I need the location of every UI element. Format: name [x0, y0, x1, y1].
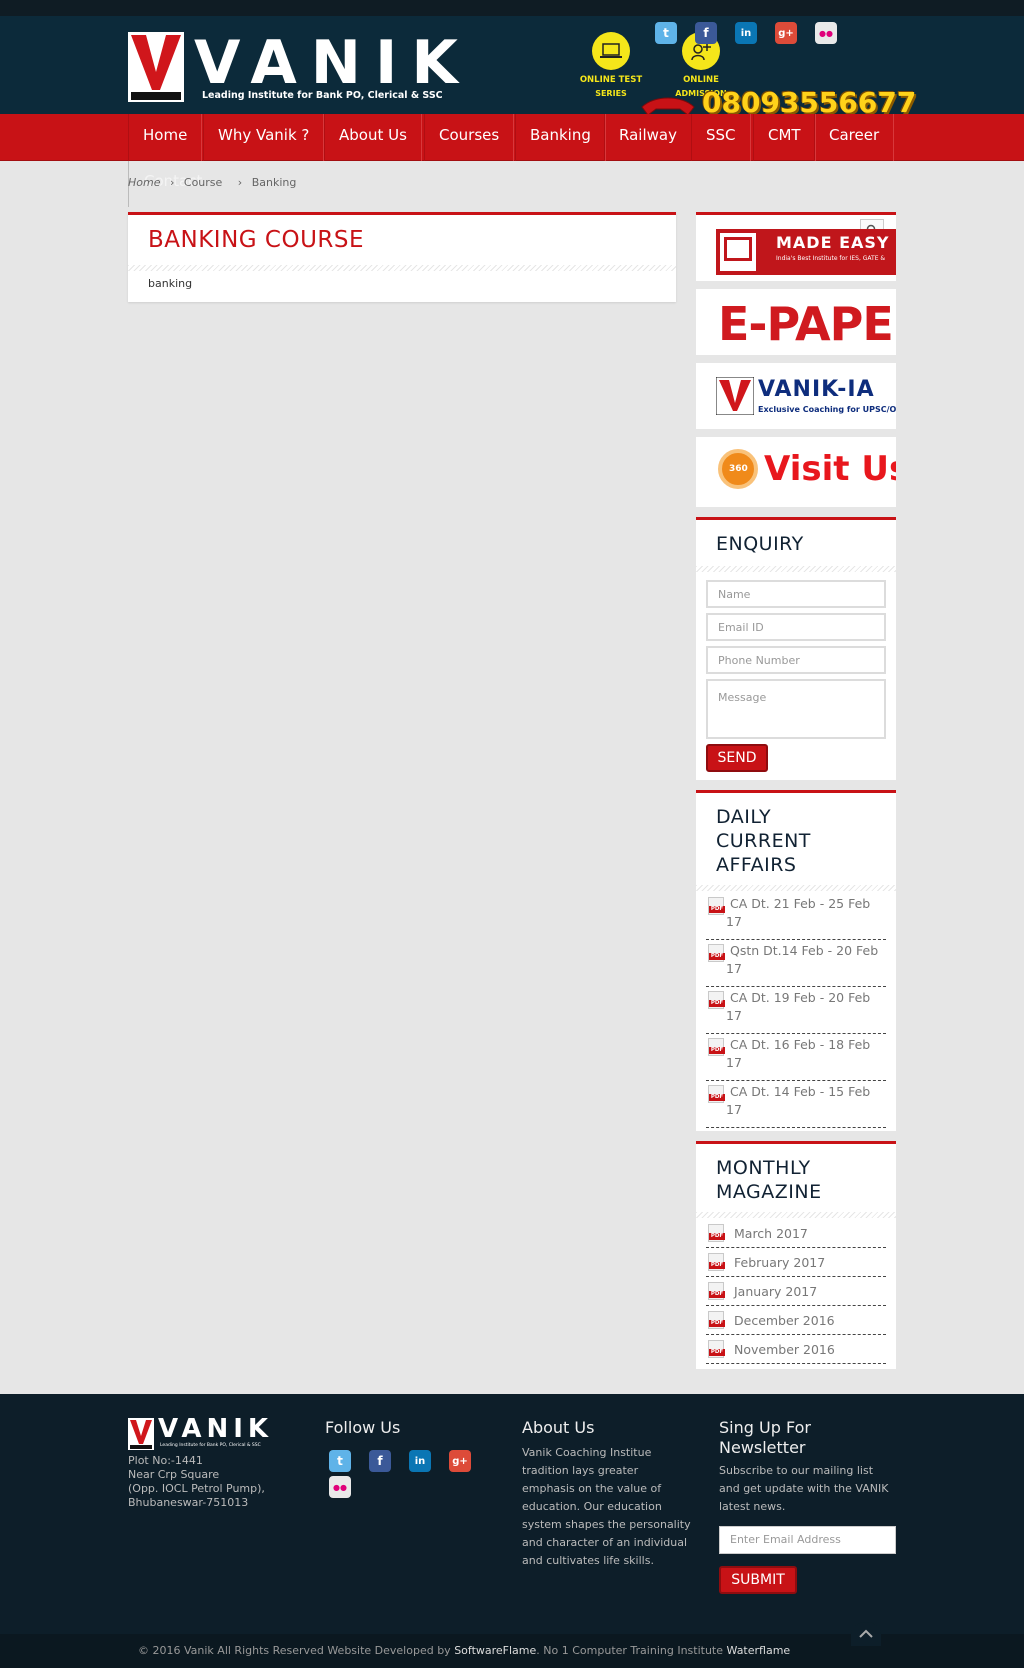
breadcrumb-separator: › [169, 176, 175, 189]
list-item[interactable]: March 2017 [706, 1222, 886, 1248]
article-panel: BANKING COURSE banking [128, 212, 676, 302]
flickr-icon[interactable]: ●● [815, 22, 837, 44]
breadcrumb-current: Banking [251, 176, 297, 189]
twitter-icon[interactable]: t [655, 22, 677, 44]
dotted-divider [128, 265, 676, 271]
pdf-icon [708, 1085, 725, 1103]
footer-address: Plot No:-1441 Near Crp Square (Opp. IOCL… [128, 1454, 265, 1509]
current-affairs-panel: DAILY CURRENT AFFAIRS CA Dt. 21 Feb - 25… [696, 790, 896, 1131]
enquiry-title: ENQUIRY [716, 533, 804, 555]
nav-banking[interactable]: Banking [515, 114, 606, 161]
facebook-icon[interactable]: f [695, 22, 717, 44]
360-icon: 360 [718, 449, 758, 489]
nav-career[interactable]: Career [814, 114, 895, 161]
pdf-icon [708, 1253, 725, 1271]
pdf-icon [708, 991, 725, 1009]
online-test-label-1: Online Test [579, 75, 643, 85]
pdf-icon [708, 1340, 725, 1358]
nav-ssc[interactable]: SSC [691, 114, 751, 161]
logo-wordmark: VANIK [194, 28, 472, 98]
epaper-banner[interactable]: E-PAPER [716, 299, 896, 349]
list-item[interactable]: CA Dt. 16 Feb - 18 Feb 17 [706, 1036, 886, 1081]
enquiry-panel: ENQUIRY Name Email ID Phone Number Messa… [696, 517, 896, 780]
footer-logo[interactable]: VANIK Leading Institute for Bank PO, Cle… [128, 1414, 270, 1450]
softwareflame-link[interactable]: SoftwareFlame [454, 1644, 536, 1657]
linkedin-icon[interactable]: in [735, 22, 757, 44]
nav-home[interactable]: Home [128, 114, 203, 161]
logo-tagline: Leading Institute for Bank PO, Clerical … [202, 90, 443, 101]
google-plus-icon[interactable]: g+ [449, 1450, 471, 1472]
facebook-icon[interactable]: f [369, 1450, 391, 1472]
list-item[interactable]: December 2016 [706, 1309, 886, 1335]
breadcrumb-home[interactable]: Home [128, 176, 160, 189]
message-textarea[interactable]: Message [706, 679, 886, 739]
newsletter-title: Sing Up For Newsletter [719, 1418, 811, 1457]
newsletter-email-input[interactable]: Enter Email Address [719, 1526, 896, 1554]
vanik-v-logo-icon [128, 32, 184, 102]
visit-us-banner[interactable]: 360 Visit Us [716, 445, 896, 495]
google-plus-icon[interactable]: g+ [775, 22, 797, 44]
linkedin-icon[interactable]: in [409, 1450, 431, 1472]
flickr-icon[interactable]: ●● [329, 1476, 351, 1498]
footer-about-title: About Us [522, 1418, 595, 1437]
pdf-icon [708, 1038, 725, 1056]
main-nav: Home Why Vanik ? About Us Courses Bankin… [0, 114, 1024, 161]
newsletter-text: Subscribe to our mailing list and get up… [719, 1464, 889, 1513]
vanik-logo[interactable]: VANIK Leading Institute for Bank PO, Cle… [128, 28, 458, 102]
list-item[interactable]: CA Dt. 21 Feb - 25 Feb 17 [706, 895, 886, 940]
laptop-icon [592, 32, 630, 70]
nav-about-us[interactable]: About Us [324, 114, 422, 161]
made-easy-logo-icon [720, 233, 756, 271]
phone-input[interactable]: Phone Number [706, 646, 886, 674]
chevron-up-icon [859, 1629, 873, 1638]
monthly-magazine-title: MONTHLY MAGAZINE [716, 1157, 822, 1203]
list-item[interactable]: CA Dt. 14 Feb - 15 Feb 17 [706, 1083, 886, 1128]
vanik-v-icon [716, 377, 754, 415]
follow-us-title: Follow Us [325, 1418, 401, 1437]
list-item[interactable]: February 2017 [706, 1251, 886, 1277]
waterflame-link[interactable]: Waterflame [727, 1644, 791, 1657]
nav-why-vanik[interactable]: Why Vanik ? [203, 114, 325, 161]
monthly-magazine-panel: MONTHLY MAGAZINE March 2017 February 201… [696, 1141, 896, 1369]
vanik-v-logo-icon [128, 1418, 154, 1450]
pdf-icon [708, 1311, 725, 1329]
page-title: BANKING COURSE [148, 227, 365, 253]
article-body: banking [148, 277, 193, 290]
name-input[interactable]: Name [706, 580, 886, 608]
nav-cmt[interactable]: CMT [753, 114, 816, 161]
list-item[interactable]: January 2017 [706, 1280, 886, 1306]
list-item[interactable]: Qstn Dt.14 Feb - 20 Feb 17 [706, 942, 886, 987]
nav-courses[interactable]: Courses [424, 114, 515, 161]
twitter-icon[interactable]: t [329, 1450, 351, 1472]
breadcrumb: Home › Course › Banking [128, 176, 302, 189]
copyright-text: © 2016 Vanik All Rights Reserved Website… [138, 1644, 791, 1657]
pdf-icon [708, 897, 725, 915]
breadcrumb-course[interactable]: Course [184, 176, 222, 189]
footer: VANIK Leading Institute for Bank PO, Cle… [0, 1394, 1024, 1634]
sidebar-banners: MADE EASY India's Best Institute for IES… [696, 212, 896, 507]
nav-railway[interactable]: Railway [604, 114, 692, 161]
email-input[interactable]: Email ID [706, 613, 886, 641]
footer-about-text: Vanik Coaching Institue tradition lays g… [522, 1446, 691, 1567]
pdf-icon [708, 1282, 725, 1300]
vanik-ias-banner[interactable]: VANIK-IA Exclusive Coaching for UPSC/O [716, 373, 896, 419]
online-test-series-link[interactable]: Online Test series [566, 32, 656, 100]
made-easy-banner[interactable]: MADE EASY India's Best Institute for IES… [716, 229, 896, 275]
send-button[interactable]: SEND [706, 744, 768, 772]
list-item[interactable]: November 2016 [706, 1338, 886, 1364]
breadcrumb-separator: › [237, 176, 243, 189]
list-item[interactable]: CA Dt. 19 Feb - 20 Feb 17 [706, 989, 886, 1034]
submit-button[interactable]: SUBMIT [719, 1566, 797, 1594]
back-to-top-button[interactable] [851, 1622, 881, 1646]
pdf-icon [708, 944, 725, 962]
top-strip [0, 0, 1024, 16]
pdf-icon [708, 1224, 725, 1242]
current-affairs-title: DAILY CURRENT AFFAIRS [716, 806, 811, 876]
